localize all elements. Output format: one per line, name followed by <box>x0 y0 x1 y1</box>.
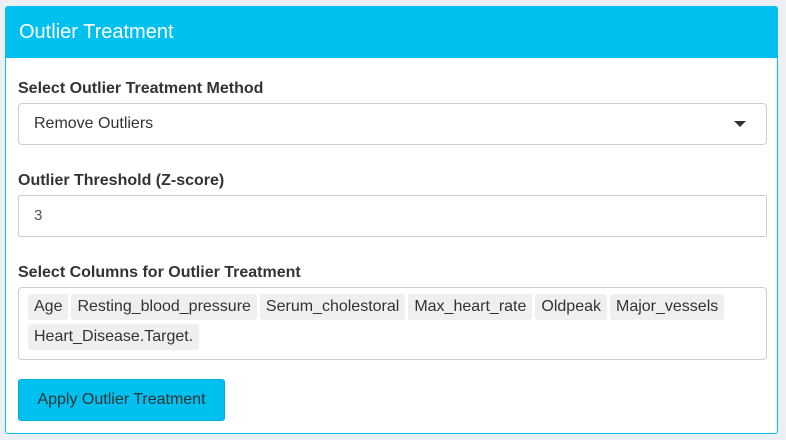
columns-label: Select Columns for Outlier Treatment <box>18 264 301 281</box>
method-select[interactable]: Remove Outliers <box>18 103 767 145</box>
threshold-label: Outlier Threshold (Z-score) <box>18 172 225 189</box>
column-chip-heart-disease-target[interactable]: Heart_Disease.Target. <box>28 324 200 350</box>
column-chip-oldpeak[interactable]: Oldpeak <box>535 294 607 320</box>
column-chip-max-heart-rate[interactable]: Max_heart_rate <box>408 294 533 320</box>
column-chip-age[interactable]: Age <box>28 294 69 320</box>
panel-title: Outlier Treatment <box>6 7 777 58</box>
caret-down-icon <box>734 121 746 127</box>
threshold-input[interactable]: 3 <box>18 195 767 237</box>
apply-outlier-treatment-button[interactable]: Apply Outlier Treatment <box>18 379 225 421</box>
columns-multiselect[interactable]: Age Resting_blood_pressure Serum_cholestor… <box>18 287 767 360</box>
column-chip-resting-blood-pressure[interactable]: Resting_blood_pressure <box>71 294 257 320</box>
column-chip-serum-cholestoral[interactable]: Serum_cholestoral <box>259 294 406 320</box>
column-chip-major-vessels[interactable]: Major_vessels <box>609 294 725 320</box>
method-label: Select Outlier Treatment Method <box>18 80 264 97</box>
outlier-treatment-panel: Outlier Treatment Select Outlier Treatme… <box>5 6 778 434</box>
method-selected-value: Remove Outliers <box>34 115 154 132</box>
